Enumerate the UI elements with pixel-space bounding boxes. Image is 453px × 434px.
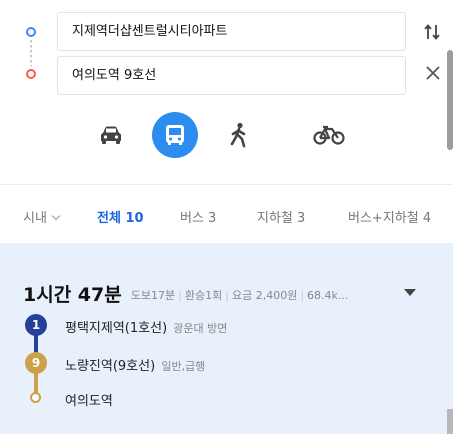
region-label: 시내 <box>23 211 47 226</box>
mode-walk[interactable] <box>216 112 262 158</box>
route-panel: 지제역더샵센트럴시티아파트 여의도역 9호선 <box>0 0 453 105</box>
line9-badge: 9 <box>25 352 47 374</box>
tab-all[interactable]: 전체 10 <box>97 207 144 226</box>
car-icon <box>101 126 121 144</box>
mode-bike[interactable] <box>306 112 352 158</box>
destination-dot-icon <box>30 392 41 403</box>
route-result-card[interactable]: 1시간 47분 도보17분 | 환승1회 | 요금 2,400원 | 68.4k... 1 … <box>0 243 453 434</box>
chevron-down-icon <box>51 211 61 221</box>
tab-bus[interactable]: 버스 3 <box>180 207 216 226</box>
line1-badge: 1 <box>25 314 47 336</box>
origin-input[interactable]: 지제역더샵센트럴시티아파트 <box>57 12 406 51</box>
tab-subway[interactable]: 지하철 3 <box>257 207 305 226</box>
scrollbar-thumb[interactable] <box>447 50 453 150</box>
station-name: 노량진역(9호선) <box>65 359 156 374</box>
close-icon[interactable] <box>424 64 442 82</box>
destination-marker-icon <box>26 69 36 79</box>
step-arrival: 여의도역 <box>65 390 113 409</box>
step-boarding: 평택지제역(1호선) 광운대 방면 <box>65 317 227 336</box>
scrollbar-track[interactable] <box>447 409 453 434</box>
train-type-text: 일반,급행 <box>161 360 206 373</box>
tab-bus-subway[interactable]: 버스+지하철 4 <box>348 207 431 226</box>
mode-car[interactable] <box>88 112 134 158</box>
route-duration: 1시간 47분 <box>23 284 122 306</box>
route-summary: 1시간 47분 도보17분 | 환승1회 | 요금 2,400원 | 68.4k... <box>23 280 348 307</box>
walk-time: 도보17분 <box>130 289 176 302</box>
transport-mode-tabs <box>0 112 453 160</box>
bike-icon <box>313 125 345 145</box>
bus-icon <box>166 125 184 145</box>
route-connector <box>30 40 32 66</box>
origin-marker-icon <box>26 27 36 37</box>
step-transfer: 노량진역(9호선) 일반,급행 <box>65 355 205 374</box>
swap-icon[interactable] <box>423 22 441 42</box>
direction-text: 광운대 방면 <box>173 322 228 335</box>
fare: 요금 2,400원 <box>231 289 298 302</box>
expand-triangle-icon[interactable] <box>404 289 416 296</box>
region-dropdown[interactable]: 시내 <box>23 207 61 226</box>
destination-input[interactable]: 여의도역 9호선 <box>57 56 406 95</box>
station-name: 여의도역 <box>65 394 113 409</box>
transfer-count: 환승1회 <box>184 289 223 302</box>
filter-tabs: 시내 전체 10 버스 3 지하철 3 버스+지하철 4 <box>0 185 453 243</box>
station-name: 평택지제역(1호선) <box>65 321 168 336</box>
mode-bus[interactable] <box>152 112 198 158</box>
distance: 68.4k... <box>307 289 349 302</box>
route-meta: 도보17분 | 환승1회 | 요금 2,400원 | 68.4k... <box>130 289 349 302</box>
walk-icon <box>230 122 246 148</box>
